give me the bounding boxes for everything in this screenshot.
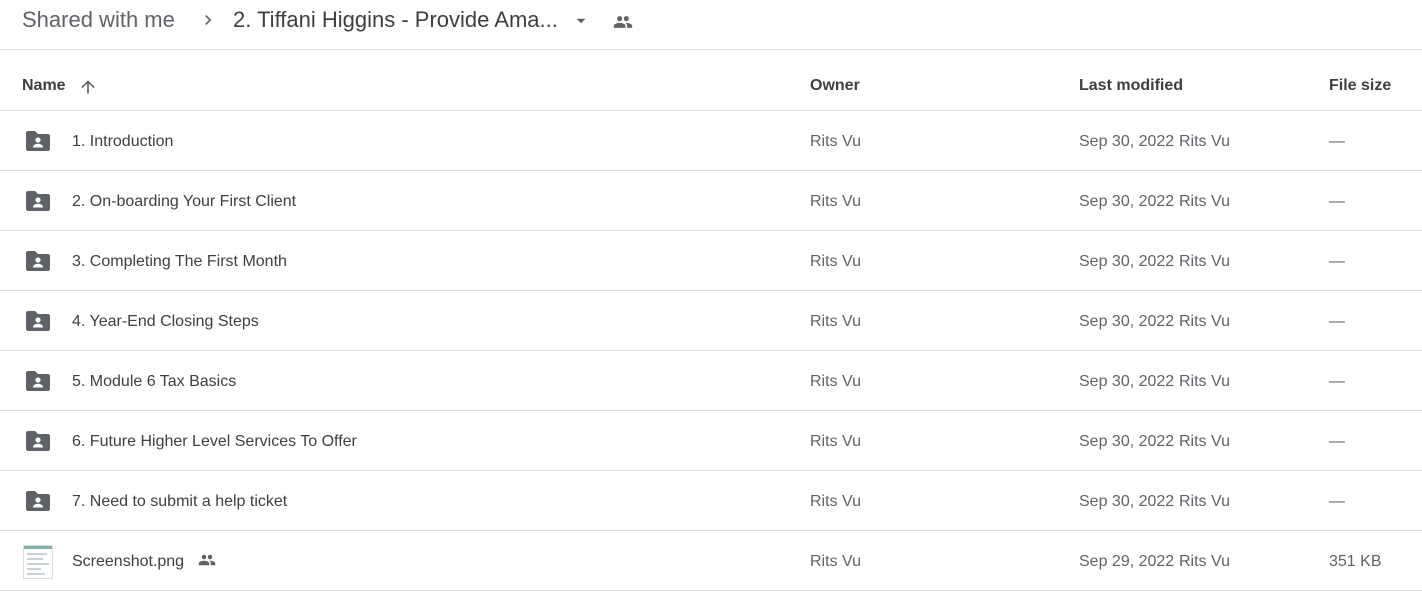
file-row[interactable]: 5. Module 6 Tax Basics Rits Vu Sep 30, 2… [0,351,1422,411]
people-icon[interactable] [611,12,635,32]
shared-folder-icon [26,431,50,451]
file-row[interactable]: 3. Completing The First Month Rits Vu Se… [0,231,1422,291]
file-name: 5. Module 6 Tax Basics [72,373,237,390]
file-name: 3. Completing The First Month [72,253,287,270]
file-owner: Rits Vu [810,493,861,510]
file-name: 2. On-boarding Your First Client [72,193,297,210]
file-size: — [1329,253,1345,270]
column-header-owner[interactable]: Owner [810,77,860,95]
shared-folder-icon [26,131,50,151]
file-row[interactable]: Screenshot.png Rits Vu Sep 29, 2022 Rits… [0,531,1422,591]
file-name: 6. Future Higher Level Services To Offer [72,433,357,450]
file-modified-by: Rits Vu [1179,313,1230,330]
file-size: 351 KB [1329,553,1382,570]
file-size: — [1329,133,1345,150]
file-owner: Rits Vu [810,373,861,390]
file-modified-by: Rits Vu [1179,493,1230,510]
file-modified-date: Sep 30, 2022 [1079,193,1175,210]
file-owner: Rits Vu [810,133,861,150]
breadcrumb: Shared with me 2. Tiffani Higgins - Prov… [0,0,1422,50]
file-row[interactable]: 7. Need to submit a help ticket Rits Vu … [0,471,1422,531]
file-owner: Rits Vu [810,253,861,270]
file-modified-by: Rits Vu [1179,193,1230,210]
file-size: — [1329,433,1345,450]
file-name: Screenshot.png [72,553,185,570]
caret-down-icon[interactable] [570,12,592,30]
file-size: — [1329,493,1345,510]
file-owner: Rits Vu [810,313,861,330]
image-thumbnail [23,545,53,579]
column-header-name[interactable]: Name [22,77,66,95]
breadcrumb-current-folder[interactable]: 2. Tiffani Higgins - Provide Ama... [233,7,558,33]
people-icon [198,554,216,566]
shared-folder-icon [26,191,50,211]
file-modified-date: Sep 30, 2022 [1079,373,1175,390]
file-modified-by: Rits Vu [1179,553,1230,570]
column-header-file-size[interactable]: File size [1329,77,1391,95]
arrow-up-icon[interactable] [78,77,98,97]
file-modified-date: Sep 30, 2022 [1079,313,1175,330]
file-modified-by: Rits Vu [1179,253,1230,270]
file-row[interactable]: 6. Future Higher Level Services To Offer… [0,411,1422,471]
shared-folder-icon [26,311,50,331]
file-modified-date: Sep 30, 2022 [1079,133,1175,150]
file-modified-date: Sep 30, 2022 [1079,253,1175,270]
file-name: 1. Introduction [72,133,174,150]
file-name: 7. Need to submit a help ticket [72,493,288,510]
file-size: — [1329,373,1345,390]
file-size: — [1329,193,1345,210]
file-modified-by: Rits Vu [1179,373,1230,390]
file-row[interactable]: 4. Year-End Closing Steps Rits Vu Sep 30… [0,291,1422,351]
file-owner: Rits Vu [810,553,861,570]
file-list: 1. Introduction Rits Vu Sep 30, 2022 Rit… [0,111,1422,591]
breadcrumb-shared-with-me[interactable]: Shared with me [22,7,175,33]
file-size: — [1329,313,1345,330]
file-owner: Rits Vu [810,433,861,450]
file-modified-by: Rits Vu [1179,133,1230,150]
column-header-last-modified[interactable]: Last modified [1079,77,1183,95]
file-name: 4. Year-End Closing Steps [72,313,259,330]
file-list-header: Name Owner Last modified File size [0,51,1422,111]
file-modified-by: Rits Vu [1179,433,1230,450]
shared-folder-icon [26,371,50,391]
shared-folder-icon [26,251,50,271]
file-row[interactable]: 2. On-boarding Your First Client Rits Vu… [0,171,1422,231]
shared-folder-icon [26,491,50,511]
chevron-right-icon [205,15,212,25]
file-row[interactable]: 1. Introduction Rits Vu Sep 30, 2022 Rit… [0,111,1422,171]
file-modified-date: Sep 30, 2022 [1079,493,1175,510]
file-modified-date: Sep 30, 2022 [1079,433,1175,450]
file-owner: Rits Vu [810,193,861,210]
file-modified-date: Sep 29, 2022 [1079,553,1175,570]
